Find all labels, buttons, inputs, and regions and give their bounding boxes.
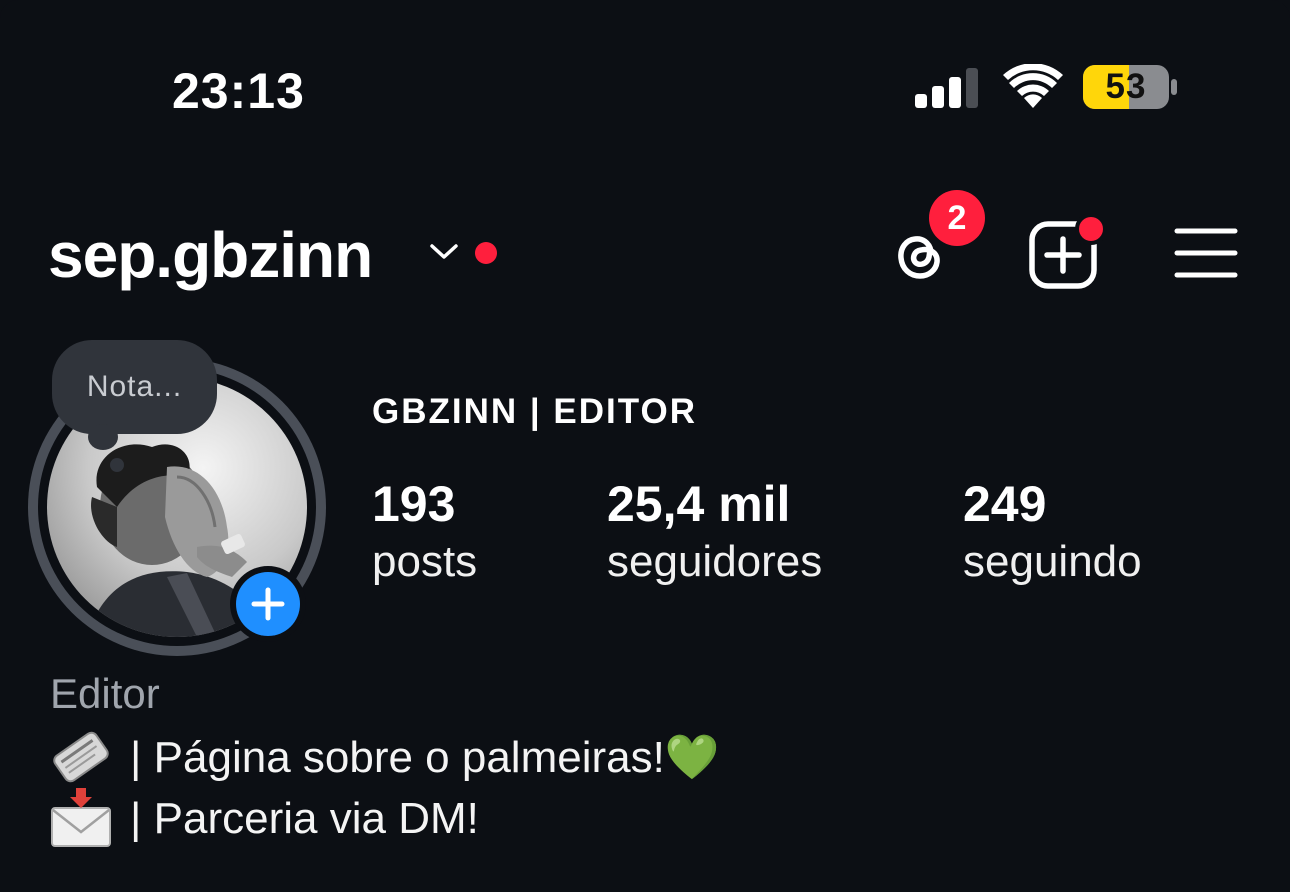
wifi-icon [1003,64,1063,108]
bio-line: | Parceria via DM! [50,788,479,850]
stat-followers[interactable]: 25,4 mil seguidores [607,474,822,590]
note-bubble-tail-dot [110,458,124,472]
cellular-signal-icon [915,68,978,108]
posts-label: posts [372,537,478,586]
notification-dot [475,242,497,264]
bio-line: | Página sobre o palmeiras!💚 [50,728,720,786]
note-bubble-tail [88,424,118,450]
stat-following[interactable]: 249 seguindo [963,474,1142,590]
following-count: 249 [963,476,1047,532]
profile-category: Editor [50,670,160,717]
status-time: 23:13 [172,63,305,119]
bio-text: | Página sobre o palmeiras!💚 [130,733,720,782]
add-post-notification-dot [1075,213,1107,245]
chevron-down-icon[interactable] [428,242,460,262]
add-story-button[interactable] [236,572,300,636]
posts-count: 193 [372,476,456,532]
stat-posts[interactable]: 193 posts [372,474,477,590]
followers-count: 25,4 mil [607,476,791,532]
profile-display-name: GBZINN | EDITOR [372,392,697,431]
following-label: seguindo [963,537,1142,586]
followers-label: seguidores [607,537,823,586]
username-switcher[interactable]: sep.gbzinn [48,218,373,292]
envelope-icon [51,788,111,847]
newspaper-icon [53,731,109,783]
hamburger-menu-icon[interactable] [1174,225,1238,281]
bio-text: | Parceria via DM! [130,794,479,843]
threads-notification-badge: 2 [929,190,985,246]
note-bubble[interactable]: Nota... [52,340,217,434]
plus-icon [251,587,285,621]
profile-screen: 23:13 53 sep.gbzinn 2 Nota... GBZINN | E… [0,0,1290,892]
battery-level: 53 [1105,67,1147,106]
